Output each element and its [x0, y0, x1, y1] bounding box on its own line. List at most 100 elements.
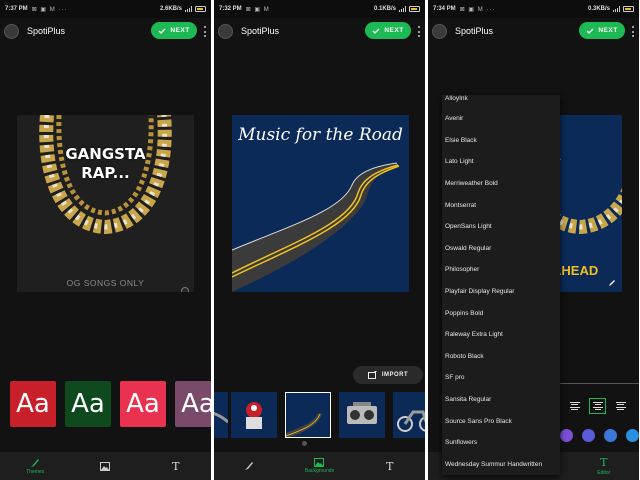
align-center-icon[interactable]	[589, 398, 606, 414]
nav-backgrounds[interactable]: Backgrounds	[294, 452, 344, 480]
font-option[interactable]: Lato Light	[442, 151, 560, 173]
status-time: 7:34 PM	[433, 6, 456, 12]
avatar[interactable]	[4, 23, 19, 39]
abstract-background-icon	[214, 412, 228, 424]
text-color-options	[560, 429, 639, 442]
font-option[interactable]: Sunflowers	[442, 432, 560, 454]
signal-icon	[185, 6, 192, 12]
font-option[interactable]: Philosopher	[442, 259, 560, 281]
font-option[interactable]: Avenir	[442, 108, 560, 130]
font-option[interactable]: OpenSans Light	[442, 216, 560, 238]
theme-glyph: Aa	[71, 389, 105, 419]
status-bar: 7:34 PM ⊠ ▣ M ··· 0.3KB/s	[428, 0, 639, 18]
background-thumbnail[interactable]	[339, 392, 385, 438]
font-option[interactable]: Roboto Black	[442, 346, 560, 368]
font-option[interactable]: Playfair Display Regular	[442, 281, 560, 303]
resize-handle[interactable]	[181, 287, 189, 292]
cover-caption[interactable]: OG SONGS ONLY	[17, 278, 194, 288]
next-button[interactable]: NEXT	[151, 22, 197, 39]
color-swatch[interactable]	[604, 429, 617, 442]
font-option[interactable]: SF pro	[442, 367, 560, 389]
theme-swatch[interactable]: Aa	[10, 381, 56, 427]
page-indicator	[302, 441, 307, 446]
font-dropdown-menu: AlloyInk Avenir Elsie Black Lato Light M…	[442, 95, 560, 475]
import-image-icon	[367, 371, 377, 379]
font-option[interactable]: Elsie Black	[442, 130, 560, 152]
network-speed: 0.3KB/s	[587, 6, 610, 12]
check-icon	[586, 28, 594, 34]
next-button-label: NEXT	[598, 27, 618, 34]
theme-swatch[interactable]: Aa	[120, 381, 166, 427]
nav-themes[interactable]: Themes	[10, 452, 60, 480]
avatar[interactable]	[218, 23, 233, 39]
gold-chain-image	[39, 115, 172, 235]
import-label: IMPORT	[381, 372, 409, 378]
more-options-icon[interactable]	[418, 26, 421, 37]
album-cover-preview[interactable]: Music for the Road	[232, 115, 409, 292]
background-thumbnail[interactable]	[231, 392, 277, 438]
nav-themes[interactable]	[224, 452, 274, 480]
boombox-icon	[347, 402, 377, 424]
image-icon	[100, 461, 111, 471]
app-title: SpotiPlus	[241, 26, 280, 36]
background-thumbnail-selected[interactable]	[285, 392, 331, 438]
font-option[interactable]: Montserrat	[442, 194, 560, 216]
font-option[interactable]: Raleway Extra Light	[442, 324, 560, 346]
road-thumbnail-icon	[286, 413, 322, 437]
theme-swatch[interactable]: Aa	[175, 381, 211, 427]
next-button[interactable]: NEXT	[365, 22, 411, 39]
font-option[interactable]: Source Sans Pro Black	[442, 410, 560, 432]
cover-title-line-1: GANGSTA	[65, 145, 146, 163]
avatar[interactable]	[432, 23, 447, 39]
character-icon	[246, 402, 262, 429]
theme-glyph: Aa	[126, 389, 160, 419]
theme-swatch[interactable]: Aa	[65, 381, 111, 427]
notification-icons: ⊠ ▣ M	[245, 6, 270, 13]
theme-list: Aa Aa Aa Aa	[10, 381, 211, 427]
cover-title[interactable]: GANGSTA RAP...	[17, 145, 194, 183]
app-bar: SpotiPlus NEXT	[428, 18, 639, 44]
color-swatch[interactable]	[582, 429, 595, 442]
color-swatch[interactable]	[626, 429, 639, 442]
font-option[interactable]: Sansita Regular	[442, 389, 560, 411]
nav-editor[interactable]: T	[151, 452, 201, 480]
app-bar: SpotiPlus NEXT	[0, 18, 211, 44]
text-icon: T	[386, 459, 394, 473]
font-option[interactable]: Oswald Regular	[442, 238, 560, 260]
align-right-icon[interactable]	[612, 398, 629, 414]
next-button-label: NEXT	[170, 27, 190, 34]
themes-screen: 7:37 PM ⊠ ▣ M ··· 2.6KB/s SpotiPlus NEXT…	[0, 0, 211, 480]
next-button[interactable]: NEXT	[579, 22, 625, 39]
import-button[interactable]: IMPORT	[353, 366, 423, 384]
nav-editor[interactable]: T Editor	[579, 452, 629, 480]
nav-backgrounds[interactable]	[80, 452, 130, 480]
app-bar: SpotiPlus NEXT	[214, 18, 425, 44]
motorcycle-icon	[397, 410, 425, 432]
status-bar: 7:32 PM ⊠ ▣ M 0.1KB/s	[214, 0, 425, 18]
font-option[interactable]: Wednesday Summur Handwritten	[442, 454, 560, 476]
background-thumbnail[interactable]	[214, 392, 228, 438]
color-swatch[interactable]	[560, 429, 573, 442]
album-cover-preview[interactable]: a AHEAD	[552, 115, 622, 292]
check-icon	[372, 28, 380, 34]
align-left-icon[interactable]	[566, 398, 583, 414]
alignment-controls	[566, 398, 629, 416]
edit-pencil-icon[interactable]	[608, 279, 616, 287]
background-thumbnail[interactable]	[393, 392, 425, 438]
more-options-icon[interactable]	[632, 26, 635, 37]
font-option[interactable]: Merriweather Bold	[442, 173, 560, 195]
more-options-icon[interactable]	[204, 26, 207, 37]
next-button-label: NEXT	[384, 27, 404, 34]
theme-glyph: Aa	[181, 389, 211, 419]
font-option[interactable]: Poppins Bold	[442, 302, 560, 324]
nav-editor[interactable]: T	[365, 452, 415, 480]
text-size-slider[interactable]	[560, 383, 639, 384]
image-icon	[314, 458, 325, 467]
cover-title[interactable]: Music for the Road	[232, 125, 409, 145]
theme-glyph: Aa	[16, 389, 50, 419]
album-cover-preview[interactable]: GANGSTA RAP... OG SONGS ONLY	[17, 115, 194, 292]
network-speed: 0.1KB/s	[373, 6, 396, 12]
font-option[interactable]: AlloyInk	[442, 95, 560, 108]
nav-editor-label: Editor	[597, 470, 611, 476]
backgrounds-screen: 7:32 PM ⊠ ▣ M 0.1KB/s SpotiPlus NEXT Mus…	[214, 0, 425, 480]
